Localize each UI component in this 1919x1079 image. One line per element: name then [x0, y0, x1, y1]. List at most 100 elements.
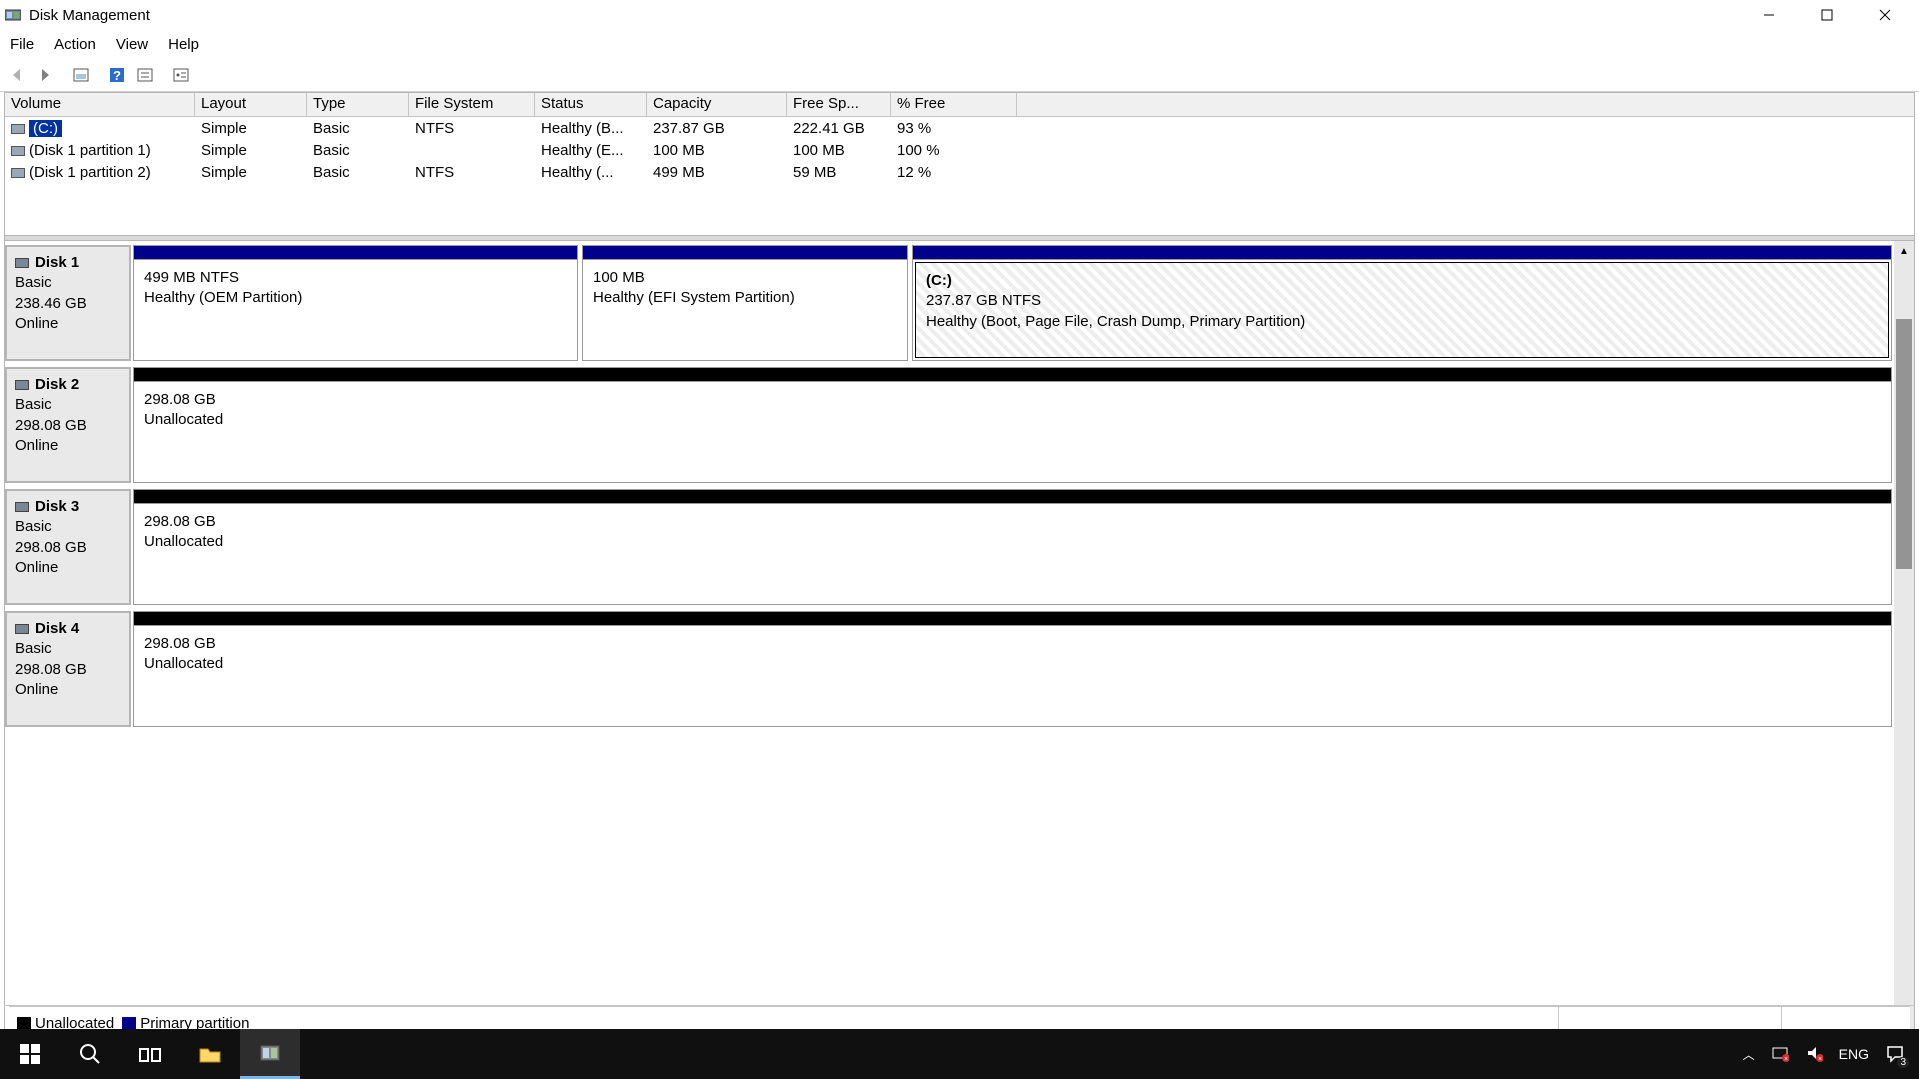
- scroll-thumb[interactable]: [1896, 319, 1912, 569]
- volume-capacity: 100 MB: [647, 142, 787, 159]
- minimize-button[interactable]: [1740, 0, 1798, 30]
- tray-language[interactable]: ENG: [1839, 1046, 1869, 1062]
- partition-size: 237.87 GB NTFS: [926, 291, 1878, 311]
- col-layout[interactable]: Layout: [195, 93, 307, 116]
- taskview-button[interactable]: [120, 1029, 180, 1079]
- volume-row[interactable]: (Disk 1 partition 1)SimpleBasicHealthy (…: [5, 139, 1914, 161]
- partition-size: 298.08 GB: [144, 390, 1881, 410]
- disk-size: 298.08 GB: [15, 660, 121, 680]
- disk-label[interactable]: Disk 3Basic298.08 GBOnline: [5, 489, 131, 605]
- start-button[interactable]: [0, 1029, 60, 1079]
- menu-help[interactable]: Help: [158, 33, 209, 56]
- volume-row[interactable]: (Disk 1 partition 2)SimpleBasicNTFSHealt…: [5, 161, 1914, 183]
- partition-size: 100 MB: [593, 268, 897, 288]
- partition-status: Unallocated: [144, 532, 1881, 552]
- partition[interactable]: 298.08 GBUnallocated: [133, 611, 1892, 727]
- col-capacity[interactable]: Capacity: [647, 93, 787, 116]
- partition-stripe: [134, 490, 1891, 504]
- partition[interactable]: 298.08 GBUnallocated: [133, 367, 1892, 483]
- partition-stripe: [134, 612, 1891, 626]
- disk-label[interactable]: Disk 1Basic238.46 GBOnline: [5, 245, 131, 361]
- col-status[interactable]: Status: [535, 93, 647, 116]
- volume-pct: 12 %: [891, 164, 1017, 181]
- settings-button[interactable]: [132, 62, 158, 88]
- volume-icon: [11, 146, 25, 156]
- disk-label[interactable]: Disk 2Basic298.08 GBOnline: [5, 367, 131, 483]
- tray-volume-icon[interactable]: ×: [1805, 1044, 1823, 1065]
- disk-state: Online: [15, 436, 121, 456]
- partition-size: 499 MB NTFS: [144, 268, 567, 288]
- app-icon: [5, 7, 21, 23]
- disk-state: Online: [15, 558, 121, 578]
- col-fs[interactable]: File System: [409, 93, 535, 116]
- partition[interactable]: 298.08 GBUnallocated: [133, 489, 1892, 605]
- volume-free: 222.41 GB: [787, 120, 891, 137]
- volume-name: (Disk 1 partition 1): [29, 142, 151, 159]
- tray-network-icon[interactable]: ×: [1771, 1044, 1789, 1065]
- properties-button[interactable]: [168, 62, 194, 88]
- taskbar: ︿ × × ENG 3: [0, 1029, 1919, 1079]
- partition[interactable]: 499 MB NTFSHealthy (OEM Partition): [133, 245, 578, 361]
- svg-text:?: ?: [113, 68, 121, 83]
- partition-status: Healthy (OEM Partition): [144, 288, 567, 308]
- disk-state: Online: [15, 680, 121, 700]
- volume-free: 100 MB: [787, 142, 891, 159]
- volume-icon: [11, 168, 25, 178]
- volume-status: Healthy (B...: [535, 120, 647, 137]
- disk-name: Disk 3: [35, 497, 79, 517]
- menu-file[interactable]: File: [6, 33, 44, 56]
- statusbar: [4, 1005, 1915, 1029]
- volume-type: Basic: [307, 164, 409, 181]
- disk-graphical-panel: Disk 1Basic238.46 GBOnline499 MB NTFSHea…: [5, 241, 1914, 1040]
- volume-layout: Simple: [195, 142, 307, 159]
- disk-row: Disk 2Basic298.08 GBOnline298.08 GBUnall…: [5, 367, 1914, 483]
- partition-stripe: [134, 246, 577, 260]
- volume-list[interactable]: (C:)SimpleBasicNTFSHealthy (B...237.87 G…: [5, 117, 1914, 235]
- scroll-up-button[interactable]: ▲: [1894, 241, 1914, 261]
- disk-type: Basic: [15, 395, 121, 415]
- help-button[interactable]: ?: [104, 62, 130, 88]
- close-button[interactable]: [1856, 0, 1914, 30]
- volume-name: (C:): [29, 120, 62, 137]
- col-type[interactable]: Type: [307, 93, 409, 116]
- volume-pct: 100 %: [891, 142, 1017, 159]
- col-free[interactable]: Free Sp...: [787, 93, 891, 116]
- disk-name: Disk 1: [35, 253, 79, 273]
- partition-size: 298.08 GB: [144, 634, 1881, 654]
- col-volume[interactable]: Volume: [5, 93, 195, 116]
- disk-label[interactable]: Disk 4Basic298.08 GBOnline: [5, 611, 131, 727]
- partition[interactable]: (C:)237.87 GB NTFSHealthy (Boot, Page Fi…: [912, 245, 1892, 361]
- disk-icon: [15, 502, 29, 512]
- titlebar: Disk Management: [0, 0, 1919, 30]
- volume-capacity: 237.87 GB: [647, 120, 787, 137]
- volume-row[interactable]: (C:)SimpleBasicNTFSHealthy (B...237.87 G…: [5, 117, 1914, 139]
- back-button[interactable]: [4, 62, 30, 88]
- disk-scrollbar[interactable]: ▲ ▼: [1894, 241, 1914, 1040]
- col-pct[interactable]: % Free: [891, 93, 1017, 116]
- partition-status: Healthy (Boot, Page File, Crash Dump, Pr…: [926, 312, 1878, 332]
- tray-chevron-icon[interactable]: ︿: [1743, 1046, 1755, 1063]
- menu-view[interactable]: View: [106, 33, 158, 56]
- maximize-button[interactable]: [1798, 0, 1856, 30]
- disk-size: 238.46 GB: [15, 294, 121, 314]
- search-button[interactable]: [60, 1029, 120, 1079]
- partition[interactable]: 100 MBHealthy (EFI System Partition): [582, 245, 908, 361]
- taskbar-file-explorer[interactable]: [180, 1029, 240, 1079]
- forward-button[interactable]: [32, 62, 58, 88]
- tray-notifications[interactable]: 3: [1885, 1043, 1905, 1066]
- partition-status: Unallocated: [144, 410, 1881, 430]
- volume-status: Healthy (...: [535, 164, 647, 181]
- menubar: File Action View Help: [0, 30, 1919, 58]
- menu-action[interactable]: Action: [44, 33, 106, 56]
- disk-row: Disk 3Basic298.08 GBOnline298.08 GBUnall…: [5, 489, 1914, 605]
- disk-size: 298.08 GB: [15, 416, 121, 436]
- taskbar-disk-management[interactable]: [240, 1029, 300, 1079]
- svg-text:×: ×: [1818, 1056, 1822, 1062]
- disk-type: Basic: [15, 639, 121, 659]
- volume-free: 59 MB: [787, 164, 891, 181]
- volume-name: (Disk 1 partition 2): [29, 164, 151, 181]
- refresh-button[interactable]: [68, 62, 94, 88]
- disk-row: Disk 1Basic238.46 GBOnline499 MB NTFSHea…: [5, 245, 1914, 361]
- disk-icon: [15, 624, 29, 634]
- volume-layout: Simple: [195, 164, 307, 181]
